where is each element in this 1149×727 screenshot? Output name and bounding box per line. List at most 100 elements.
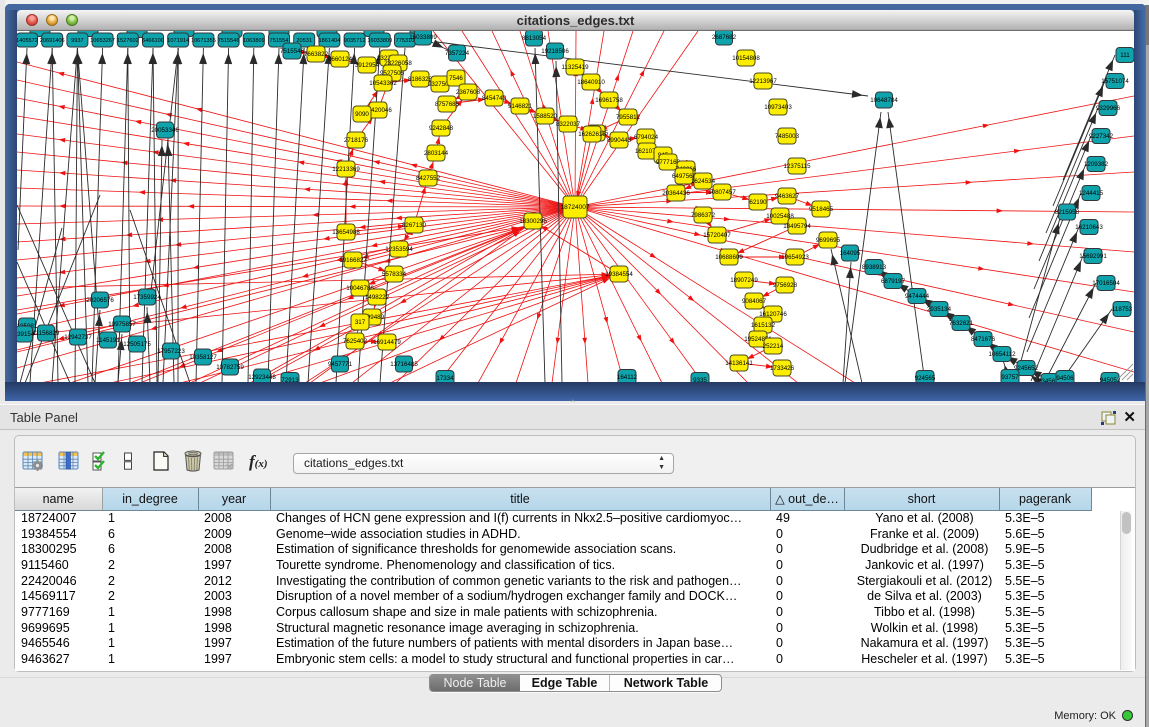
svg-text:7625402: 7625402 xyxy=(343,338,368,345)
svg-text:8660124: 8660124 xyxy=(328,56,353,63)
svg-text:18300295: 18300295 xyxy=(519,218,547,225)
svg-text:9463627: 9463627 xyxy=(775,193,800,200)
svg-text:9937: 9937 xyxy=(71,38,83,44)
svg-text:62190: 62190 xyxy=(749,199,767,206)
svg-text:18495794: 18495794 xyxy=(783,223,811,230)
svg-text:16033809: 16033809 xyxy=(367,38,392,44)
svg-text:8938913: 8938913 xyxy=(862,264,887,271)
svg-text:10688609: 10688609 xyxy=(715,254,743,261)
svg-text:1498222: 1498222 xyxy=(365,294,390,301)
svg-text:17359924: 17359924 xyxy=(133,294,161,301)
svg-text:12923448: 12923448 xyxy=(248,374,276,381)
svg-text:1527602: 1527602 xyxy=(117,38,139,44)
svg-text:1588520: 1588520 xyxy=(533,113,558,120)
svg-text:17334: 17334 xyxy=(436,375,454,382)
svg-text:11325419: 11325419 xyxy=(561,64,589,71)
svg-text:10543362: 10543362 xyxy=(369,80,397,87)
svg-text:15720407: 15720407 xyxy=(703,232,731,239)
svg-text:72913: 72913 xyxy=(281,377,299,382)
svg-text:10782759: 10782759 xyxy=(216,364,244,371)
svg-text:2935134: 2935134 xyxy=(927,306,952,313)
svg-text:111: 111 xyxy=(1120,52,1130,59)
svg-text:20691406: 20691406 xyxy=(40,38,65,44)
svg-text:94506: 94506 xyxy=(1056,375,1074,382)
svg-text:7663822: 7663822 xyxy=(304,51,329,58)
svg-text:9242848: 9242848 xyxy=(429,125,454,132)
svg-text:8427552: 8427552 xyxy=(416,175,441,182)
svg-text:8990443: 8990443 xyxy=(607,137,632,144)
svg-text:9518465: 9518465 xyxy=(809,206,834,213)
svg-text:8322037: 8322037 xyxy=(556,121,581,128)
svg-text:7515546: 7515546 xyxy=(280,48,305,55)
svg-text:10358127: 10358127 xyxy=(189,354,217,361)
svg-text:9084067: 9084067 xyxy=(742,298,767,305)
svg-text:12375115: 12375115 xyxy=(783,163,811,170)
svg-text:9227342: 9227342 xyxy=(1089,133,1114,140)
svg-text:9699695: 9699695 xyxy=(816,237,841,244)
svg-text:7485003: 7485003 xyxy=(775,133,800,140)
svg-text:1145191: 1145191 xyxy=(96,337,120,344)
svg-text:14136141: 14136141 xyxy=(725,360,753,367)
svg-text:9035712: 9035712 xyxy=(344,38,366,44)
svg-text:7955812: 7955812 xyxy=(616,114,641,121)
svg-text:19218506: 19218506 xyxy=(541,48,569,55)
svg-text:9090: 9090 xyxy=(355,111,369,118)
svg-text:2367608: 2367608 xyxy=(456,89,481,96)
svg-text:1071914: 1071914 xyxy=(167,38,189,44)
svg-text:12942737: 12942737 xyxy=(64,334,92,341)
svg-text:18907249: 18907249 xyxy=(730,277,758,284)
svg-text:7546: 7546 xyxy=(449,75,463,82)
svg-text:8757685: 8757685 xyxy=(435,101,460,108)
svg-text:10653267: 10653267 xyxy=(90,38,115,44)
svg-text:16210643: 16210643 xyxy=(1075,224,1103,231)
svg-text:924565: 924565 xyxy=(915,375,936,382)
svg-text:6879197: 6879197 xyxy=(881,278,906,285)
svg-text:9457771: 9457771 xyxy=(328,361,353,368)
svg-text:19654923: 19654923 xyxy=(781,254,809,261)
svg-text:16262615: 16262615 xyxy=(578,131,606,138)
svg-text:164095: 164095 xyxy=(840,250,861,257)
svg-text:12505175: 12505175 xyxy=(123,341,151,348)
svg-text:18724007: 18724007 xyxy=(561,204,590,211)
svg-text:3912954: 3912954 xyxy=(355,62,380,69)
svg-text:118753: 118753 xyxy=(1112,306,1133,313)
svg-text:2803144: 2803144 xyxy=(424,150,449,157)
svg-text:10973403: 10973403 xyxy=(764,104,792,111)
svg-text:12213369: 12213369 xyxy=(332,166,360,173)
svg-text:8813054: 8813054 xyxy=(522,35,547,42)
svg-text:15692991: 15692991 xyxy=(1079,253,1107,260)
svg-text:6466100: 6466100 xyxy=(142,38,164,44)
svg-text:20053346: 20053346 xyxy=(151,127,179,134)
svg-text:8215958: 8215958 xyxy=(1055,209,1080,216)
svg-text:8471676: 8471676 xyxy=(971,336,996,343)
svg-text:9329966: 9329966 xyxy=(1096,105,1121,112)
svg-text:1733426: 1733426 xyxy=(770,365,795,372)
svg-text:6794024: 6794024 xyxy=(634,134,659,141)
svg-text:17957223: 17957223 xyxy=(157,348,185,355)
svg-text:5578334: 5578334 xyxy=(382,271,407,278)
svg-text:10807457: 10807457 xyxy=(708,189,736,196)
svg-text:10975857: 10975857 xyxy=(108,321,136,328)
svg-text:15751074: 15751074 xyxy=(1101,78,1129,85)
svg-text:8454749: 8454749 xyxy=(482,95,507,102)
svg-text:7986372: 7986372 xyxy=(691,212,716,219)
svg-text:7357224: 7357224 xyxy=(445,50,470,57)
svg-text:9146821: 9146821 xyxy=(508,103,533,110)
svg-text:1861404: 1861404 xyxy=(319,38,341,44)
svg-text:9335: 9335 xyxy=(693,377,707,382)
svg-text:13716485: 13716485 xyxy=(390,361,418,368)
svg-text:13654988: 13654988 xyxy=(332,229,360,236)
svg-text:1615132: 1615132 xyxy=(751,322,776,329)
svg-text:10648784: 10648784 xyxy=(870,97,898,104)
svg-text:9474444: 9474444 xyxy=(905,293,930,300)
svg-text:1405572: 1405572 xyxy=(17,38,38,44)
svg-text:164112: 164112 xyxy=(617,374,638,381)
svg-text:19166827: 19166827 xyxy=(339,257,367,264)
svg-text:1209382: 1209382 xyxy=(1084,161,1109,168)
svg-text:16033809: 16033809 xyxy=(409,34,437,41)
svg-text:12213967: 12213967 xyxy=(749,78,777,85)
svg-text:16914479: 16914479 xyxy=(373,339,401,346)
svg-text:1063809: 1063809 xyxy=(243,38,265,44)
svg-text:7632621: 7632621 xyxy=(949,320,974,327)
svg-text:10671355: 10671355 xyxy=(191,38,216,44)
